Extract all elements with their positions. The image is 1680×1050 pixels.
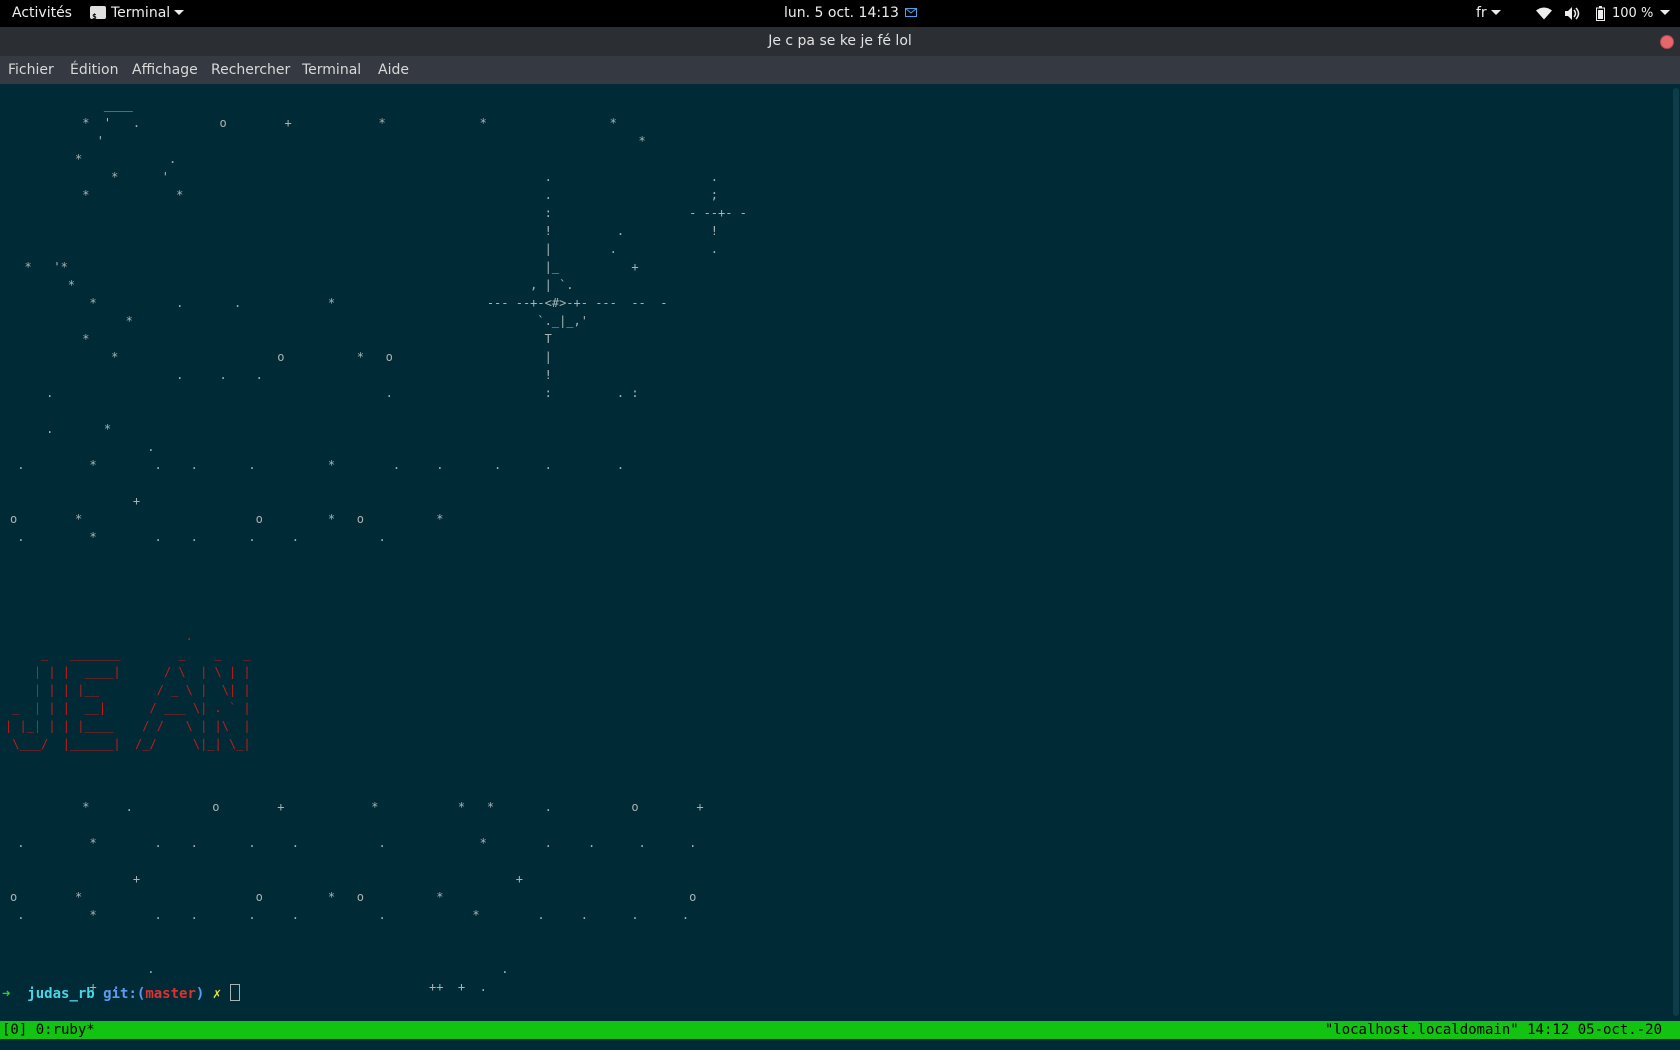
menu-fichier[interactable]: Fichier <box>8 56 54 84</box>
prompt-directory: judas_rb <box>27 986 95 1002</box>
volume-icon[interactable] <box>1565 0 1581 27</box>
terminal-app-icon <box>90 3 106 30</box>
menu-bar: Fichier Édition Affichage Rechercher Ter… <box>0 56 1680 84</box>
scrollbar-thumb[interactable] <box>1673 88 1679 1016</box>
prompt-git-label: git:( <box>103 986 146 1002</box>
prompt-git-branch: master <box>145 986 196 1002</box>
terminal-view[interactable]: ____ * ' . o + * * * ' * * . * ' . . * *… <box>0 84 1680 1050</box>
battery-percentage: 100 % <box>1612 6 1654 21</box>
menu-terminal[interactable]: Terminal <box>302 56 361 84</box>
chevron-down-icon <box>1490 10 1501 15</box>
language-label: fr <box>1476 5 1487 21</box>
chevron-down-icon <box>1660 10 1670 15</box>
text-cursor[interactable] <box>229 984 240 1001</box>
tmux-status-right: "localhost.localdomain" 14:12 05-oct.-20 <box>1324 1022 1662 1038</box>
prompt-git-close: ) <box>195 986 205 1002</box>
ascii-banner-jean: . _ _______ _ _ _ | | | ____| / \ | \ | … <box>5 629 251 751</box>
menu-rechercher[interactable]: Rechercher <box>211 56 290 84</box>
prompt-dirty-mark: ✗ <box>212 986 222 1002</box>
terminal-scrollbar[interactable] <box>1670 84 1680 1020</box>
close-icon[interactable] <box>1660 35 1674 49</box>
window-title: Je c pa se ke je fé lol <box>768 33 912 49</box>
wifi-icon[interactable] <box>1536 0 1552 27</box>
tmux-status-bar: [0] 0:ruby* "localhost.localdomain" 14:1… <box>0 1021 1680 1039</box>
ascii-starfield-top: ____ * ' . o + * * * ' * * . * ' . . * *… <box>10 98 747 544</box>
clock-label: lun. 5 oct. 14:13 <box>784 5 899 21</box>
shell-prompt[interactable]: ➜ judas_rb git:(master) ✗ <box>0 984 1680 1004</box>
app-menu-label: Terminal <box>111 5 171 21</box>
battery-icon[interactable] <box>1596 0 1605 27</box>
system-menu-button[interactable] <box>1656 0 1670 27</box>
menu-affichage[interactable]: Affichage <box>132 56 198 84</box>
prompt-arrow-icon: ➜ <box>2 986 11 1002</box>
window-titlebar[interactable]: Je c pa se ke je fé lol <box>0 27 1680 56</box>
clock-button[interactable]: lun. 5 oct. 14:13 <box>784 0 918 27</box>
menu-aide[interactable]: Aide <box>378 56 409 84</box>
language-selector[interactable]: fr <box>1476 0 1501 27</box>
activities-button[interactable]: Activités <box>12 0 72 27</box>
gnome-top-bar: Activités Terminal lun. 5 oct. 14:13 fr … <box>0 0 1680 30</box>
tmux-window-list[interactable]: [0] 0:ruby* <box>2 1021 95 1039</box>
mail-icon <box>905 8 918 17</box>
ascii-starfield-bottom: * . o + * * * . o + . * . . . . . * . . … <box>10 800 704 994</box>
chevron-down-icon <box>174 10 185 15</box>
app-menu-button[interactable]: Terminal <box>90 0 185 30</box>
menu-edition[interactable]: Édition <box>70 56 118 84</box>
